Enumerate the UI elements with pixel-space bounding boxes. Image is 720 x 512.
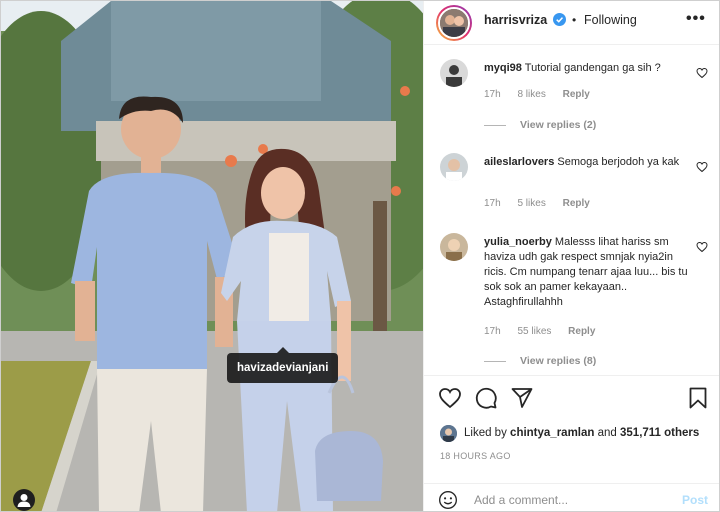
comment-time: 17h bbox=[484, 198, 501, 209]
view-replies-button[interactable]: View replies (8) bbox=[484, 355, 596, 367]
comment-time: 17h bbox=[484, 326, 501, 337]
comment-text: aileslarlovers Semoga berjodoh ya kak bbox=[484, 155, 692, 170]
verified-badge-icon bbox=[553, 13, 566, 26]
comment-time: 17h bbox=[484, 89, 501, 100]
comment-text: myqi98 Tutorial gandengan ga sih ? bbox=[484, 61, 692, 76]
commenter-avatar[interactable] bbox=[440, 153, 468, 181]
likes-count[interactable]: 351,711 others bbox=[620, 427, 699, 439]
view-replies-button[interactable]: View replies (2) bbox=[484, 119, 596, 131]
comment-reply-button[interactable]: Reply bbox=[563, 198, 590, 209]
likes-text: Liked by chintya_ramlan and 351,711 othe… bbox=[464, 427, 699, 439]
post-photo[interactable]: havizadevianjani bbox=[1, 1, 423, 511]
comment-meta: 17h 5 likes Reply bbox=[484, 198, 604, 209]
photo-illustration bbox=[1, 1, 423, 511]
header-separator: • bbox=[572, 13, 577, 27]
likes-middle: and bbox=[597, 427, 617, 439]
comment-reply-button[interactable]: Reply bbox=[563, 89, 590, 100]
add-comment-bar: Post bbox=[424, 483, 719, 511]
author-avatar[interactable] bbox=[436, 5, 472, 41]
comment-likes[interactable]: 8 likes bbox=[517, 89, 545, 100]
share-icon[interactable] bbox=[510, 386, 534, 410]
comment-username[interactable]: myqi98 bbox=[484, 62, 522, 74]
comment-meta: 17h 55 likes Reply bbox=[484, 326, 609, 337]
following-button[interactable]: Following bbox=[584, 13, 637, 27]
comment-body: Semoga berjodoh ya kak bbox=[557, 156, 680, 168]
post-timestamp[interactable]: 18 HOURS AGO bbox=[440, 451, 511, 461]
instagram-post-window: havizadevianjani harrisvriza • Following… bbox=[0, 0, 720, 512]
commenter-avatar[interactable] bbox=[440, 233, 468, 261]
comment-body: Tutorial gandengan ga sih ? bbox=[524, 62, 661, 74]
comment-reply-button[interactable]: Reply bbox=[568, 326, 595, 337]
post-sidebar: harrisvriza • Following ••• myqi98 Tutor… bbox=[423, 1, 719, 511]
bookmark-icon[interactable] bbox=[686, 386, 710, 410]
likes-summary: Liked by chintya_ramlan and 351,711 othe… bbox=[440, 425, 710, 443]
post-comment-button[interactable]: Post bbox=[682, 493, 708, 507]
comments-list[interactable]: myqi98 Tutorial gandengan ga sih ? 17h 8… bbox=[424, 45, 719, 375]
heart-icon[interactable] bbox=[438, 386, 462, 410]
emoji-icon[interactable] bbox=[438, 490, 458, 510]
comment-like-heart-icon[interactable] bbox=[696, 67, 708, 79]
commenter-avatar[interactable] bbox=[440, 59, 468, 87]
comment-meta: 17h 8 likes Reply bbox=[484, 89, 604, 100]
comment-icon[interactable] bbox=[474, 386, 498, 410]
comment-likes[interactable]: 5 likes bbox=[517, 198, 545, 209]
comment-likes[interactable]: 55 likes bbox=[517, 326, 551, 337]
post-header: harrisvriza • Following ••• bbox=[424, 1, 719, 45]
comment-username[interactable]: aileslarlovers bbox=[484, 156, 554, 168]
add-comment-input[interactable] bbox=[474, 490, 664, 510]
user-tag-icon[interactable] bbox=[13, 489, 35, 511]
comment-username[interactable]: yulia_noerby bbox=[484, 236, 552, 248]
comment-like-heart-icon[interactable] bbox=[696, 241, 708, 253]
comment-like-heart-icon[interactable] bbox=[696, 161, 708, 173]
liker-avatar[interactable] bbox=[440, 425, 457, 442]
likes-prefix: Liked by bbox=[464, 427, 507, 439]
post-actions-bar bbox=[424, 375, 719, 419]
comment-text: yulia_noerby Malesss lihat hariss sm hav… bbox=[484, 235, 692, 310]
author-username[interactable]: harrisvriza bbox=[484, 13, 547, 27]
tagged-user-label[interactable]: havizadevianjani bbox=[227, 347, 339, 383]
more-options-icon[interactable]: ••• bbox=[686, 10, 706, 28]
liker-username[interactable]: chintya_ramlan bbox=[510, 427, 594, 439]
